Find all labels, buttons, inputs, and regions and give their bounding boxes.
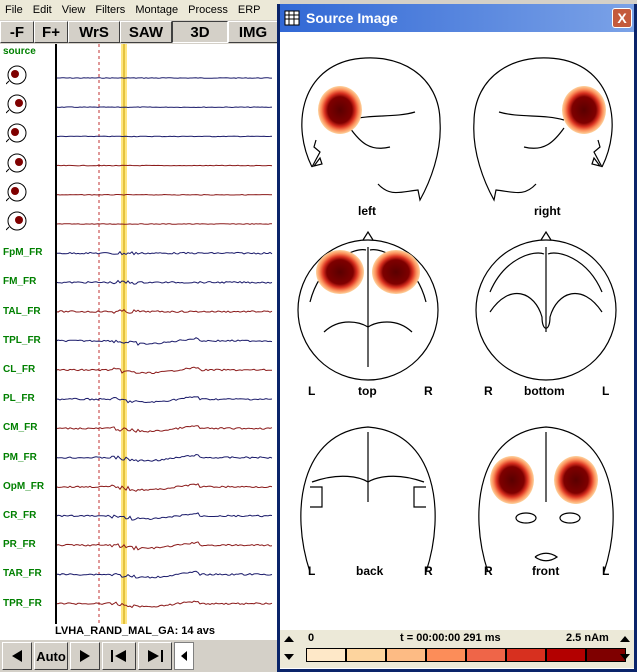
waveform-panel: source FpM_FR FM_FR TAL_FR TPL_FR CL_FR PL_FR…	[0, 44, 280, 640]
waveform-trace	[56, 106, 273, 109]
dataset-caption: LVHA_RAND_MAL_GA: 14 avs	[55, 625, 215, 637]
waveform-trace	[56, 279, 273, 285]
bottom-toolbar: Auto	[0, 640, 280, 672]
axis-line	[55, 44, 57, 624]
front-left-activation	[490, 456, 534, 504]
head-back-view	[300, 426, 436, 573]
saw-button[interactable]: SAW	[120, 21, 172, 43]
label-top-r: R	[424, 384, 433, 398]
color-scale: 0 t = 00:00:00 291 ms 2.5 nAm	[280, 630, 634, 668]
waveform-trace	[56, 453, 273, 463]
label-left: left	[358, 204, 376, 218]
scale-min: 0	[308, 632, 315, 644]
color-swatch	[426, 648, 466, 662]
waveform-trace	[56, 337, 273, 346]
label-front: front	[532, 564, 560, 578]
head-drawings	[297, 57, 617, 573]
label-back-l: L	[308, 564, 316, 578]
head-views: left right L top R R bottom L L back R R…	[280, 32, 634, 628]
waveform-trace	[56, 570, 273, 579]
waveform-trace	[56, 164, 273, 167]
left-activation	[318, 86, 362, 134]
window-title: Source Image	[306, 10, 398, 26]
label-back-r: R	[424, 564, 433, 578]
color-swatch	[386, 648, 426, 662]
time-readout: t = 00:00:00 291 ms	[400, 632, 501, 644]
label-right: right	[534, 204, 561, 218]
source-image-window: Source Image X left right L top R R bott…	[277, 4, 637, 672]
menu-file[interactable]: File	[0, 4, 28, 16]
menu-view[interactable]: View	[57, 4, 91, 16]
waveform-trace	[56, 541, 273, 551]
menu-erp[interactable]: ERP	[233, 4, 266, 16]
waveform-trace	[56, 366, 273, 374]
color-swatch	[546, 648, 586, 662]
waveform-trace	[56, 600, 273, 609]
step-forward-button[interactable]	[138, 642, 172, 670]
prev-button[interactable]	[2, 642, 32, 670]
scroll-left-stub[interactable]	[174, 642, 194, 670]
triangle-left-icon	[12, 650, 22, 662]
menu-montage[interactable]: Montage	[130, 4, 183, 16]
label-bottom: bottom	[524, 384, 565, 398]
scale-scrollbar[interactable]	[282, 632, 296, 664]
top-left-activation	[316, 250, 364, 294]
window-titlebar[interactable]: Source Image X	[280, 4, 634, 32]
menu-edit[interactable]: Edit	[28, 4, 57, 16]
scroll-arrows-right-icon	[620, 636, 630, 660]
label-top: top	[358, 384, 377, 398]
right-activation	[562, 86, 606, 134]
waveform-trace	[56, 135, 273, 138]
scale-scrollbar-right[interactable]	[618, 632, 632, 664]
top-right-activation	[372, 250, 420, 294]
img-button[interactable]: IMG	[228, 21, 278, 43]
waveform-trace	[56, 483, 273, 492]
front-right-activation	[554, 456, 598, 504]
toolbar: -F F+ WrS SAW 3D IMG	[0, 20, 280, 44]
play-button[interactable]	[70, 642, 100, 670]
filter-minus-button[interactable]: -F	[0, 21, 34, 43]
filter-plus-button[interactable]: F+	[34, 21, 68, 43]
color-swatch	[306, 648, 346, 662]
auto-button[interactable]: Auto	[34, 642, 68, 670]
step-back-button[interactable]	[102, 642, 136, 670]
arrow-left-icon	[181, 651, 187, 661]
label-front-l: L	[602, 564, 610, 578]
label-bottom-r: R	[484, 384, 493, 398]
head-bottom-view	[475, 230, 617, 381]
label-bottom-l: L	[602, 384, 610, 398]
waveform-trace	[57, 425, 273, 433]
waveform-trace	[57, 77, 272, 79]
color-swatch	[506, 648, 546, 662]
menu-process[interactable]: Process	[183, 4, 233, 16]
waveform-trace	[56, 512, 273, 521]
waveform-trace	[56, 308, 273, 314]
waveform-trace	[56, 396, 273, 404]
window-grid-icon	[284, 10, 300, 26]
color-swatch	[466, 648, 506, 662]
scale-max: 2.5 nAm	[566, 632, 609, 644]
menu-filters[interactable]: Filters	[90, 4, 130, 16]
waveform-trace	[56, 223, 272, 225]
close-button[interactable]: X	[612, 8, 632, 28]
trace-area[interactable]	[0, 44, 280, 624]
wrs-button[interactable]: WrS	[68, 21, 120, 43]
menu-bar: File Edit View Filters Montage Process E…	[0, 0, 280, 20]
scroll-arrows-icon	[284, 636, 294, 660]
label-front-r: R	[484, 564, 493, 578]
label-back: back	[356, 564, 384, 578]
head-top-view	[297, 230, 439, 381]
head-left-view	[301, 57, 441, 202]
close-icon: X	[617, 10, 627, 26]
waveform-trace	[57, 250, 273, 256]
waveform-trace	[56, 193, 273, 196]
step-back-icon	[111, 650, 126, 662]
color-swatch	[346, 648, 386, 662]
step-forward-icon	[148, 650, 163, 662]
play-icon	[80, 650, 90, 662]
3d-button[interactable]: 3D	[172, 21, 228, 43]
label-top-l: L	[308, 384, 316, 398]
head-front-view	[478, 426, 614, 573]
